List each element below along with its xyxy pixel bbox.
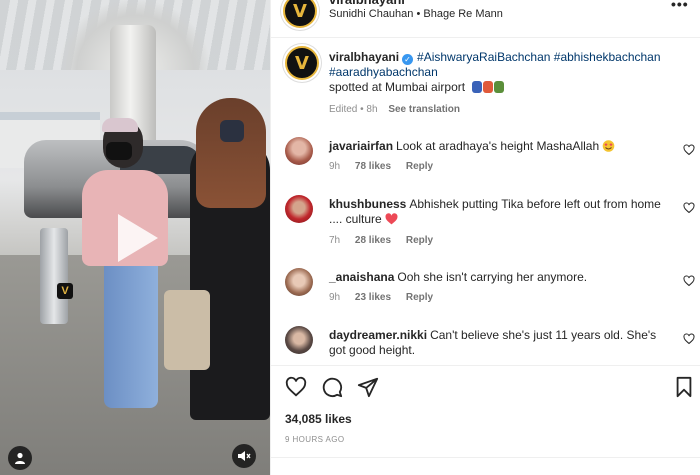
like-heart-icon[interactable] xyxy=(285,376,307,398)
hashtag-link[interactable]: #aaradhyabachchan xyxy=(329,65,438,79)
comment-username[interactable]: javariairfan xyxy=(329,139,393,153)
comment-likes[interactable]: 28 likes xyxy=(355,235,391,246)
commenter-avatar[interactable] xyxy=(285,268,313,296)
hashtag-link[interactable]: #abhishekbachchan xyxy=(554,50,661,64)
like-comment-heart-icon[interactable] xyxy=(683,333,695,345)
audio-track: Bhage Re Mann xyxy=(423,8,503,20)
reply-button[interactable]: Reply xyxy=(406,161,433,172)
caption-avatar[interactable]: V xyxy=(285,46,319,80)
comment-username[interactable]: _anaishana xyxy=(329,270,394,284)
post-actions: 34,085 likes 9 HOURS AGO xyxy=(271,365,700,475)
video-watermark-logo: V xyxy=(57,283,73,299)
likes-count[interactable]: 34,085 likes xyxy=(285,412,352,426)
hashtag-link[interactable]: #AishwaryaRaiBachchan xyxy=(417,50,550,64)
comment-text: _anaishana Ooh she isn't carrying her any… xyxy=(329,270,669,285)
comment-body: Ooh she isn't carrying her anymore. xyxy=(397,270,588,284)
play-icon xyxy=(118,214,158,262)
reply-button[interactable]: Reply xyxy=(406,235,433,246)
comment-username[interactable]: daydreamer.nikki xyxy=(329,328,427,342)
caption-username[interactable]: viralbhayani xyxy=(329,50,399,64)
post-timestamp: 9 HOURS AGO xyxy=(285,435,345,444)
share-paper-plane-icon[interactable] xyxy=(357,376,379,398)
comment-time: 9h xyxy=(329,161,341,172)
audio-separator: • xyxy=(413,8,424,20)
caption-emoji-icons xyxy=(472,81,505,93)
divider xyxy=(271,457,700,458)
reply-button[interactable]: Reply xyxy=(406,292,433,303)
speaker-muted-icon xyxy=(238,451,251,461)
commenter-avatar[interactable] xyxy=(285,326,313,354)
user-icon xyxy=(15,452,25,464)
audio-attribution[interactable]: Sunidhi Chauhan • Bhage Re Mann xyxy=(329,8,503,20)
video-scene-cap xyxy=(102,118,138,132)
comment-meta: 7h 28 likes Reply xyxy=(329,235,445,246)
post-header: V viralbhayani Sunidhi Chauhan • Bhage R… xyxy=(271,0,700,38)
post-panel: V viralbhayani Sunidhi Chauhan • Bhage R… xyxy=(270,0,700,475)
see-translation-link[interactable]: See translation xyxy=(388,104,460,115)
comment-bubble-icon[interactable] xyxy=(321,376,343,398)
video-scene-person-girl-legs xyxy=(104,258,158,408)
like-comment-heart-icon[interactable] xyxy=(683,275,695,287)
verified-badge-icon: ✓ xyxy=(402,54,414,65)
video-scene-mask-2 xyxy=(220,120,244,142)
caption-text: viralbhayani ✓ #AishwaryaRaiBachchan #abhi… xyxy=(329,50,669,95)
comment-text: khushbuness Abhishek putting Tika before … xyxy=(329,197,669,227)
red-heart-emoji-icon xyxy=(385,213,398,225)
video-scene-person-woman-hair xyxy=(196,98,266,208)
comment-text: daydreamer.nikki Can't believe she's just… xyxy=(329,328,669,358)
video-player[interactable]: V xyxy=(0,0,270,475)
commenter-avatar[interactable] xyxy=(285,137,313,165)
comment-meta: 9h 78 likes Reply xyxy=(329,161,445,172)
audio-artist: Sunidhi Chauhan xyxy=(329,8,414,20)
caption-edited: Edited • 8h xyxy=(329,104,378,115)
mute-button[interactable] xyxy=(232,444,256,468)
video-scene-bag xyxy=(164,290,210,370)
commenter-avatar[interactable] xyxy=(285,195,313,223)
author-username[interactable]: viralbhayani xyxy=(329,0,405,7)
save-bookmark-icon[interactable] xyxy=(673,376,695,398)
heart-eyes-emoji-icon xyxy=(603,140,615,152)
author-avatar[interactable]: V xyxy=(283,0,317,28)
author-avatar-logo: V xyxy=(293,0,307,22)
play-button[interactable] xyxy=(108,210,164,266)
caption-meta: Edited • 8h See translation xyxy=(329,104,460,115)
like-comment-heart-icon[interactable] xyxy=(683,202,695,214)
video-scene-mask xyxy=(106,142,132,160)
more-options-button[interactable]: ••• xyxy=(671,0,689,12)
comment-meta: 9h 23 likes Reply xyxy=(329,292,445,303)
caption-avatar-logo: V xyxy=(295,52,309,74)
caption-body: spotted at Mumbai airport xyxy=(329,80,466,94)
comment-time: 9h xyxy=(329,292,341,303)
comment-text: javariairfan Look at aradhaya's height Ma… xyxy=(329,139,669,154)
comment-likes[interactable]: 23 likes xyxy=(355,292,391,303)
comment-likes[interactable]: 78 likes xyxy=(355,161,391,172)
video-scene-bollard xyxy=(40,228,68,324)
comment-username[interactable]: khushbuness xyxy=(329,197,406,211)
comment-time: 7h xyxy=(329,235,341,246)
comment-body: Look at aradhaya's height MashaAllah xyxy=(396,139,603,153)
like-comment-heart-icon[interactable] xyxy=(683,144,695,156)
tag-people-button[interactable] xyxy=(8,446,32,470)
